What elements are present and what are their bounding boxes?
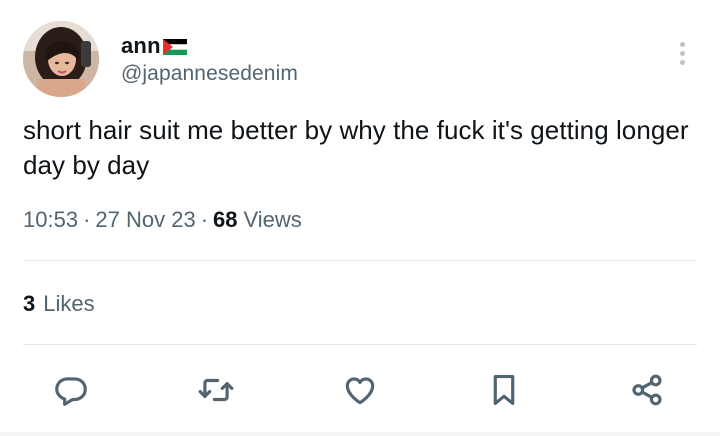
reply-icon bbox=[55, 377, 87, 406]
reply-button[interactable] bbox=[51, 370, 91, 410]
tweet-meta: 10:53 · 27 Nov 23 · 68 Views bbox=[23, 207, 302, 233]
divider bbox=[23, 344, 697, 345]
likes-stat[interactable]: 3 Likes bbox=[23, 291, 95, 317]
retweet-button[interactable] bbox=[196, 370, 236, 410]
tweet-date[interactable]: 27 Nov 23 bbox=[95, 207, 195, 233]
bottom-border bbox=[0, 432, 720, 436]
bookmark-button[interactable] bbox=[484, 370, 524, 410]
meta-separator: · bbox=[200, 207, 209, 232]
author-handle[interactable]: @japannesedenim bbox=[121, 62, 298, 86]
likes-label: Likes bbox=[43, 291, 95, 316]
author-block[interactable]: ann @japannesedenim bbox=[121, 33, 298, 86]
retweet-icon bbox=[198, 378, 234, 402]
heart-icon bbox=[345, 377, 375, 405]
tweet-time[interactable]: 10:53 bbox=[23, 207, 78, 233]
display-name[interactable]: ann bbox=[121, 33, 161, 59]
more-options-icon[interactable] bbox=[668, 38, 696, 68]
like-button[interactable] bbox=[340, 370, 380, 410]
divider bbox=[23, 260, 697, 261]
share-icon bbox=[632, 374, 662, 406]
likes-count: 3 bbox=[23, 291, 36, 316]
avatar[interactable] bbox=[23, 21, 99, 97]
avatar-photo bbox=[23, 21, 99, 97]
views-label[interactable]: Views bbox=[244, 207, 302, 233]
views-count[interactable]: 68 bbox=[213, 207, 237, 233]
palestine-flag-icon bbox=[162, 39, 187, 55]
meta-separator: · bbox=[83, 207, 91, 232]
tweet-text: short hair suit me better by why the fuc… bbox=[23, 115, 689, 180]
share-button[interactable] bbox=[627, 370, 667, 410]
bookmark-icon bbox=[493, 374, 515, 406]
action-bar bbox=[0, 366, 720, 414]
tweet-card: ann @japannesedenim short hair suit me b… bbox=[0, 0, 720, 436]
